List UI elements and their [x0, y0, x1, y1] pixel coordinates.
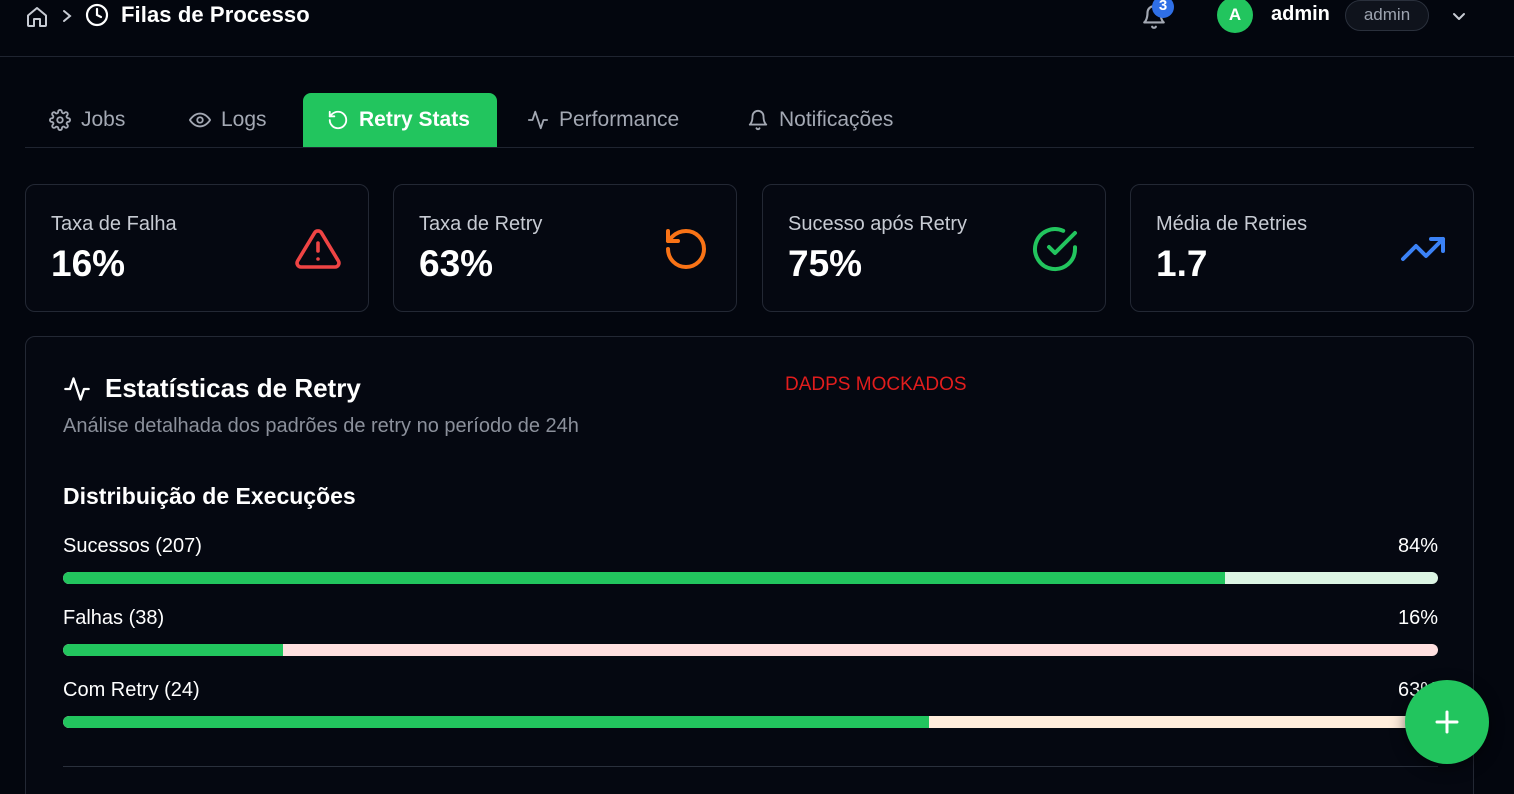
tab-jobs[interactable]: Jobs: [25, 93, 149, 147]
user-name: admin: [1271, 3, 1330, 25]
tab-retry-stats[interactable]: Retry Stats: [303, 93, 497, 147]
tab-notificacoes[interactable]: Notificações: [723, 93, 917, 147]
progress-fill: [63, 644, 283, 656]
stat-value: 75%: [788, 243, 863, 284]
top-bar: Filas de Processo 3 A admin admin: [0, 0, 1514, 57]
gear-icon: [49, 109, 71, 131]
row-label: Com Retry (24): [63, 679, 200, 701]
row-label: Falhas (38): [63, 607, 165, 629]
plus-icon: [1432, 707, 1462, 737]
distribution-row-com-retry: Com Retry (24) 63%: [63, 679, 1438, 739]
stat-card-avg-retries: Média de Retries 1.7: [1130, 184, 1474, 312]
stat-label: Média de Retries: [1156, 213, 1308, 235]
tab-label: Logs: [221, 108, 267, 131]
trending-up-icon: [1399, 225, 1447, 273]
tab-logs[interactable]: Logs: [165, 93, 291, 147]
progress-fill: [63, 716, 930, 728]
clock-icon: [85, 3, 109, 27]
stat-value: 1.7: [1156, 243, 1208, 284]
tab-label: Retry Stats: [359, 108, 470, 131]
tab-performance[interactable]: Performance: [503, 93, 703, 147]
stat-card-failure-rate: Taxa de Falha 16%: [25, 184, 369, 312]
stat-value: 16%: [51, 243, 126, 284]
tab-label: Notificações: [779, 108, 894, 131]
divider: [63, 766, 1438, 767]
eye-icon: [189, 109, 211, 131]
distribution-row-sucessos: Sucessos (207) 84%: [63, 535, 1438, 595]
stat-label: Taxa de Falha: [51, 213, 177, 235]
progress-track: [63, 572, 1438, 584]
activity-icon: [527, 109, 549, 131]
rotate-ccw-icon: [662, 225, 710, 273]
avatar[interactable]: A: [1217, 0, 1253, 33]
progress-track: [63, 716, 1438, 728]
rotate-ccw-icon: [327, 109, 349, 131]
check-circle-icon: [1031, 225, 1079, 273]
panel-subtitle: Análise detalhada dos padrões de retry n…: [63, 415, 579, 437]
home-icon[interactable]: [25, 5, 49, 29]
stat-label: Sucesso após Retry: [788, 213, 967, 235]
chevron-down-icon[interactable]: [1450, 7, 1468, 25]
mock-data-note: DADPS MOCKADOS: [785, 374, 967, 395]
panel-title: Estatísticas de Retry: [105, 373, 361, 403]
tab-label: Performance: [559, 108, 680, 131]
retry-stats-panel: Estatísticas de Retry DADPS MOCKADOS Aná…: [25, 336, 1474, 794]
tab-label: Jobs: [81, 108, 126, 131]
stat-card-retry-rate: Taxa de Retry 63%: [393, 184, 737, 312]
page-title: Filas de Processo: [121, 2, 310, 27]
stat-card-success-after-retry: Sucesso após Retry 75%: [762, 184, 1106, 312]
tab-bar: Jobs Logs Retry Stats Performance Notifi…: [25, 93, 1474, 148]
bell-icon: [747, 109, 769, 131]
distribution-row-falhas: Falhas (38) 16%: [63, 607, 1438, 667]
distribution-title: Distribuição de Execuções: [63, 483, 356, 509]
row-percent: 84%: [1397, 535, 1438, 557]
stat-label: Taxa de Retry: [419, 213, 543, 235]
notification-count-badge: 3: [1152, 0, 1174, 18]
alert-triangle-icon: [294, 225, 342, 273]
row-label: Sucessos (207): [63, 535, 202, 557]
stat-value: 63%: [419, 243, 494, 284]
activity-icon: [62, 375, 92, 403]
add-fab-button[interactable]: [1405, 680, 1489, 764]
row-percent: 16%: [1397, 607, 1438, 629]
progress-fill: [63, 572, 1225, 584]
role-badge: admin: [1345, 0, 1429, 31]
progress-track: [63, 644, 1438, 656]
chevron-right-icon: [59, 7, 75, 25]
